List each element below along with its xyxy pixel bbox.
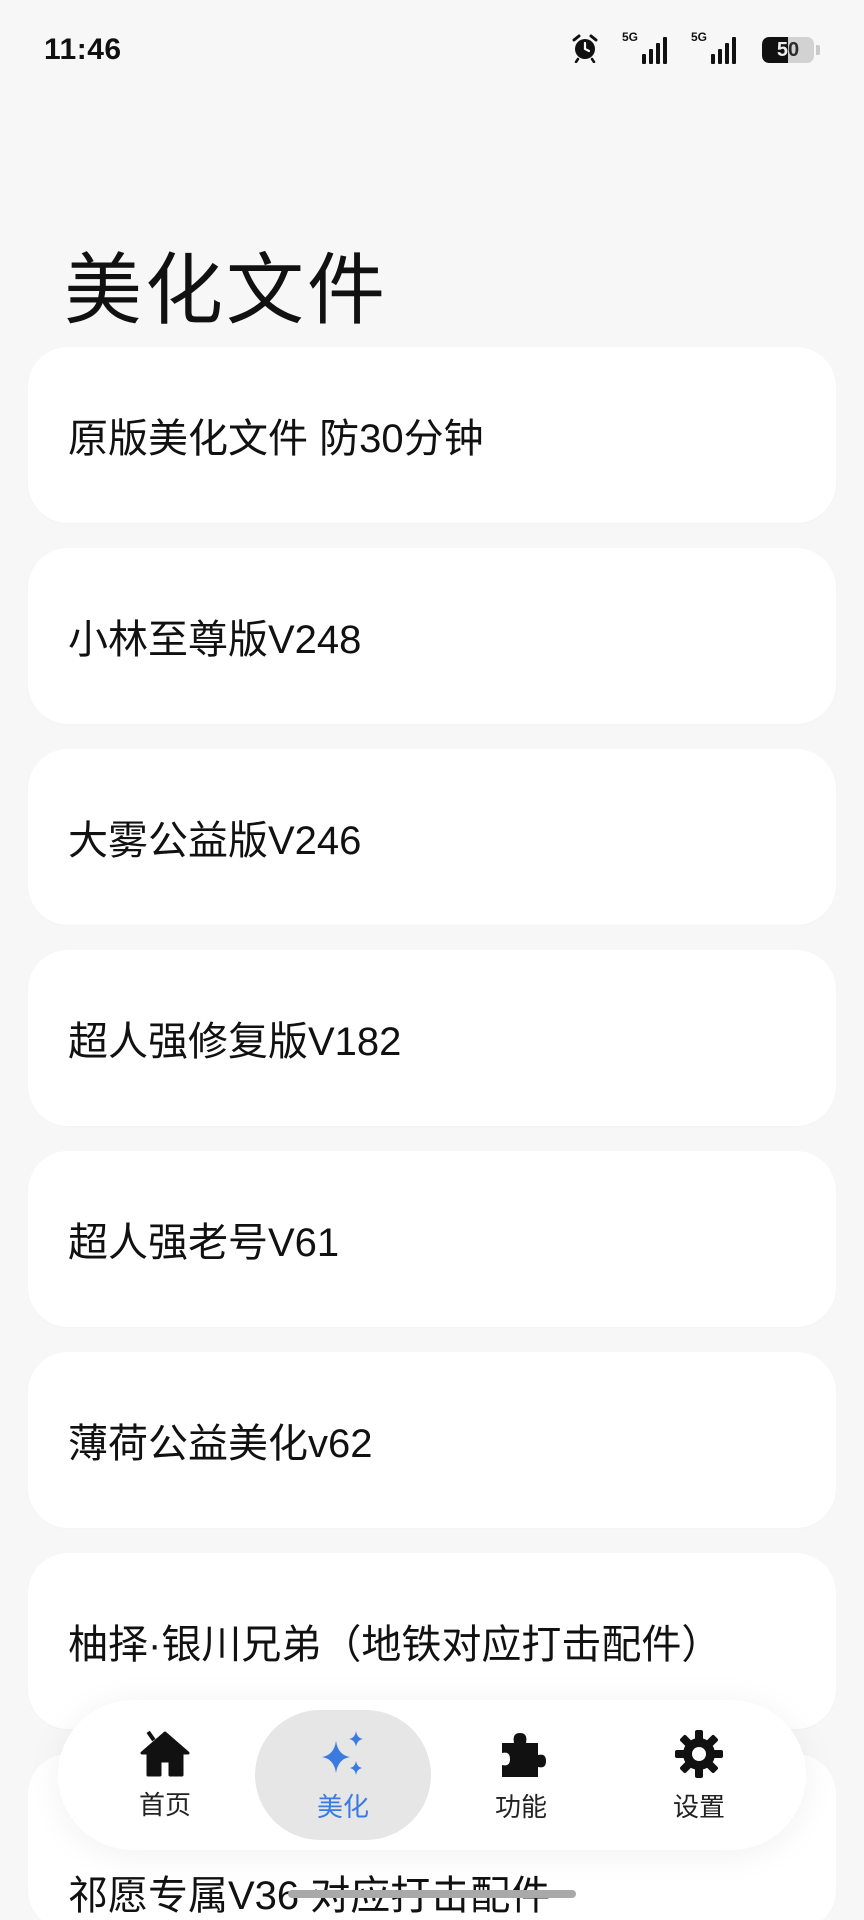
nav-home[interactable]: 首页 (77, 1710, 253, 1840)
file-item[interactable]: 原版美化文件 防30分钟 (28, 347, 836, 523)
file-item[interactable]: 超人强修复版V182 (28, 950, 836, 1126)
nav-home-label: 首页 (138, 1789, 191, 1820)
file-item[interactable]: 大雾公益版V246 (28, 749, 836, 925)
home-indicator[interactable] (288, 1890, 576, 1898)
status-time: 11:46 (44, 33, 122, 66)
file-item-label: 超人强修复版V182 (68, 1020, 402, 1064)
gear-icon (672, 1727, 726, 1781)
nav-beautify[interactable]: 美化 (255, 1710, 431, 1840)
page-title: 美化文件 (64, 246, 389, 334)
home-icon (138, 1729, 192, 1779)
screen: 11:46 5G 5G 50 美化文件 原版美化文件 防30分钟 小林至尊版V2… (0, 0, 864, 1920)
signal-5g-icon: 5G (622, 30, 667, 64)
nav-beautify-label: 美化 (316, 1791, 369, 1822)
signal2-label: 5G (691, 30, 708, 44)
status-icons: 5G 5G 50 (570, 30, 820, 68)
sparkle-icon (316, 1727, 370, 1781)
status-bar: 11:46 5G 5G 50 (0, 0, 864, 100)
battery-icon: 50 (762, 37, 814, 63)
puzzle-icon (494, 1727, 548, 1781)
file-item-label: 小林至尊版V248 (68, 618, 362, 662)
signal-5g-icon: 5G (691, 30, 736, 64)
nav-features-label: 功能 (494, 1791, 547, 1822)
nav-features[interactable]: 功能 (433, 1710, 609, 1840)
signal1-label: 5G (622, 30, 639, 44)
file-item[interactable]: 超人强老号V61 (28, 1151, 836, 1327)
file-item-label: 超人强老号V61 (68, 1221, 340, 1265)
file-item-label: 柚择·银川兄弟（地铁对应打击配件） (68, 1623, 722, 1667)
file-item-label: 大雾公益版V246 (68, 819, 362, 863)
battery-level-text: 50 (776, 38, 800, 61)
file-item[interactable]: 小林至尊版V248 (28, 548, 836, 724)
file-item-label: 原版美化文件 防30分钟 (68, 417, 484, 461)
nav-settings-label: 设置 (672, 1791, 725, 1822)
bottom-nav: 首页 美化 功能 设置 (58, 1700, 806, 1850)
alarm-icon (570, 33, 600, 68)
file-item[interactable]: 薄荷公益美化v62 (28, 1352, 836, 1528)
battery-cap (816, 45, 820, 55)
file-item-label: 薄荷公益美化v62 (68, 1422, 373, 1466)
nav-settings[interactable]: 设置 (611, 1710, 787, 1840)
